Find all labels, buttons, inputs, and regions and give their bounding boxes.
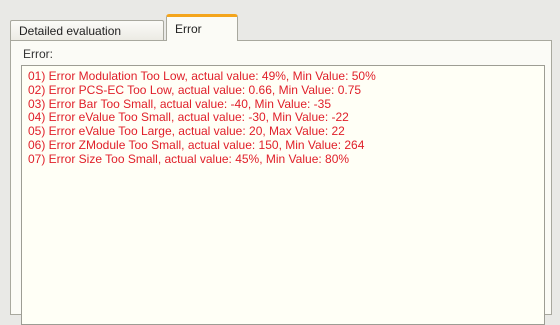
tab-detailed-evaluation[interactable]: Detailed evaluation bbox=[10, 20, 164, 40]
error-tab-panel: Error: 01) Error Modulation Too Low, act… bbox=[10, 40, 552, 325]
error-label: Error: bbox=[23, 47, 53, 61]
tab-strip: Detailed evaluation Error bbox=[10, 14, 550, 41]
error-list-item: 02) Error PCS-EC Too Low, actual value: … bbox=[28, 82, 362, 97]
error-list-item: 01) Error Modulation Too Low, actual val… bbox=[28, 69, 376, 83]
error-list-item: 07) Error Size Too Small, actual value: … bbox=[28, 151, 350, 166]
error-list-item: 06) Error ZModule Too Small, actual valu… bbox=[28, 137, 365, 152]
error-list-item: 03) Error Bar Too Small, actual value: -… bbox=[28, 96, 332, 111]
error-list-item: 05) Error eValue Too Large, actual value… bbox=[28, 124, 345, 139]
error-list[interactable]: 01) Error Modulation Too Low, actual val… bbox=[21, 65, 545, 325]
error-list-item: 04) Error eValue Too Small, actual value… bbox=[28, 110, 349, 125]
tab-error[interactable]: Error bbox=[166, 14, 238, 41]
